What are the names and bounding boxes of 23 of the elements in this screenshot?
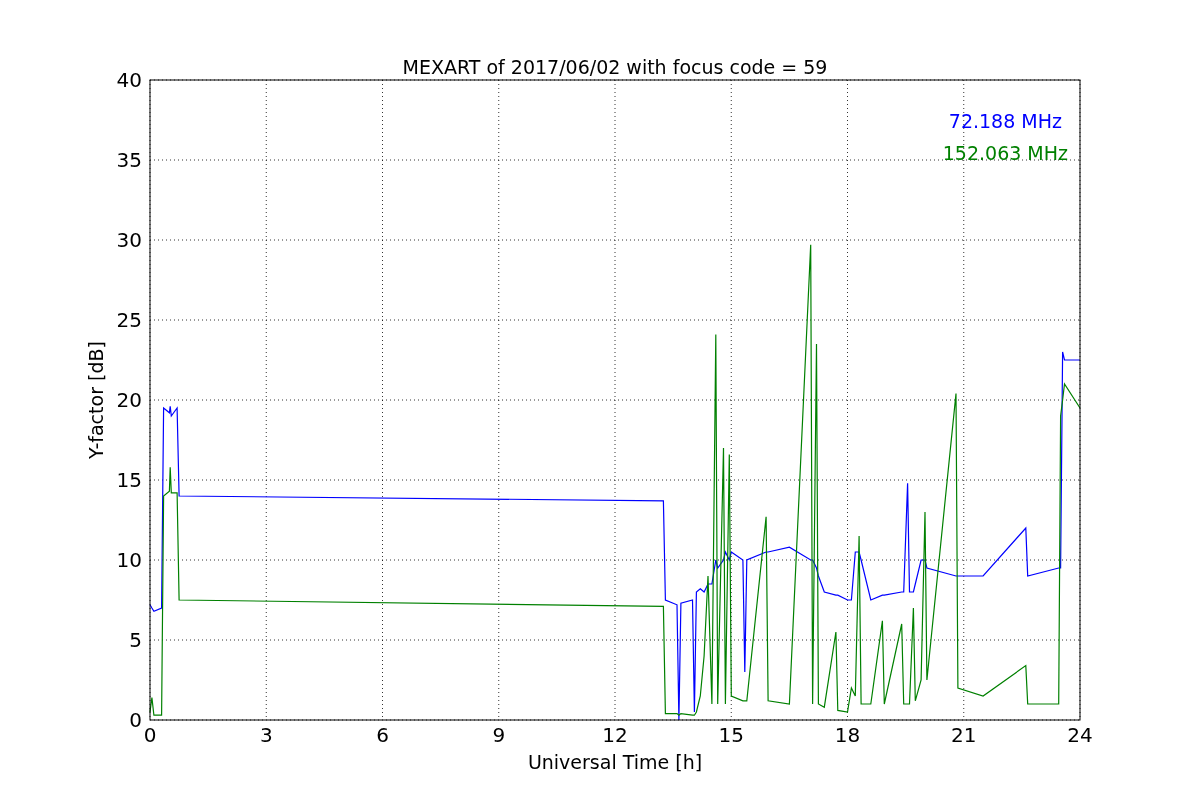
tick-label: 24 [1067,723,1093,747]
tick-label: 5 [129,628,142,652]
tick-label: 15 [116,468,142,492]
tick-label: 0 [129,708,142,732]
tick-label: 20 [116,388,142,412]
tick-label: 18 [834,723,861,747]
chart-title: MEXART of 2017/06/02 with focus code = 59 [402,56,828,78]
tick-label: 12 [602,723,628,747]
legend-label: 72.188 MHz [948,110,1062,132]
tick-label: 35 [116,148,142,172]
tick-label: 25 [116,308,142,332]
axis-title: Y-factor [dB] [85,341,107,459]
tick-label: 40 [116,68,142,92]
tick-label: 30 [116,228,142,252]
tick-label: 15 [718,723,744,747]
legend-label: 152.063 MHz [942,142,1068,164]
tick-label: 10 [116,548,142,572]
tick-label: 21 [951,723,977,747]
axis-title: Universal Time [h] [527,751,703,773]
tick-label: 9 [492,723,506,747]
tick-label: 0 [143,723,157,747]
tick-label: 6 [376,723,389,747]
tick-label: 3 [259,723,273,747]
